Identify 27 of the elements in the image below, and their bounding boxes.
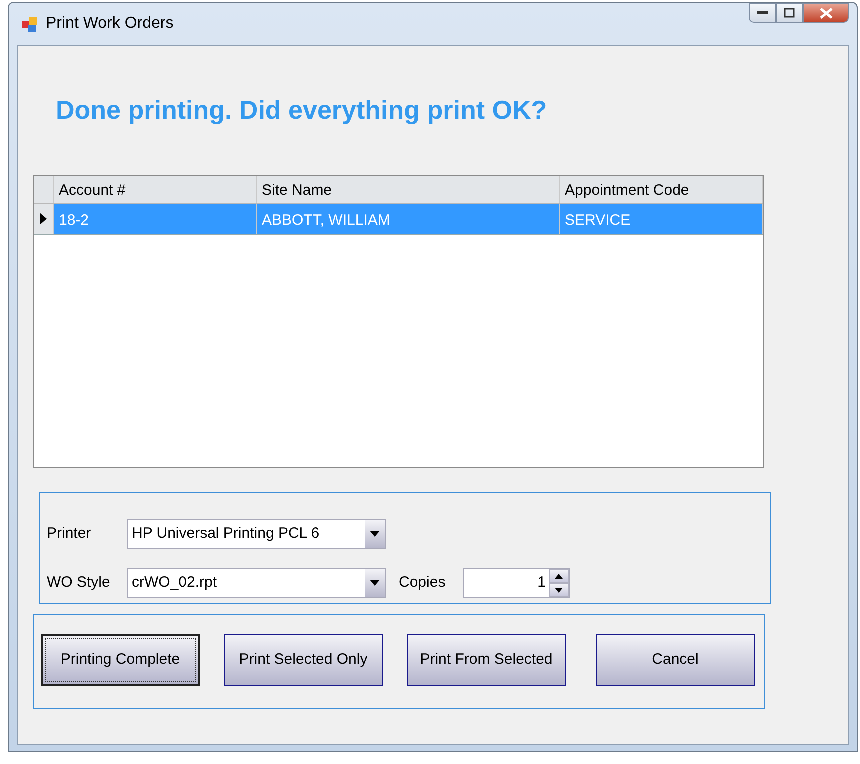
- dialog-button[interactable]: Print From Selected: [407, 634, 566, 686]
- up-arrow-icon: [555, 574, 563, 578]
- down-arrow-icon: [555, 588, 563, 592]
- column-header[interactable]: Account #: [54, 176, 257, 203]
- dialog-button[interactable]: Printing Complete: [41, 634, 200, 686]
- column-header[interactable]: Appointment Code: [560, 176, 763, 203]
- copies-spinner[interactable]: 1: [463, 568, 570, 598]
- dropdown-arrow-icon: [370, 580, 380, 586]
- printer-dropdown[interactable]: HP Universal Printing PCL 6: [127, 519, 386, 549]
- dialog-button[interactable]: Print Selected Only: [224, 634, 383, 686]
- minimize-button[interactable]: [749, 3, 776, 23]
- close-button[interactable]: [803, 3, 849, 23]
- field-label: Printer: [47, 524, 92, 544]
- field-label: Copies: [399, 572, 447, 593]
- close-icon: [820, 8, 832, 18]
- restore-icon: [784, 8, 795, 18]
- app-icon: [21, 16, 38, 32]
- dialog-button[interactable]: Cancel: [596, 634, 755, 686]
- window-title: Print Work Orders: [46, 14, 174, 34]
- style-dropdown[interactable]: crWO_02.rpt: [127, 568, 386, 598]
- column-header[interactable]: Site Name: [257, 176, 560, 203]
- minimize-icon: [757, 11, 768, 15]
- heading: Done printing. Did everything print OK?: [56, 94, 548, 125]
- maximize-button[interactable]: [776, 3, 803, 23]
- field-label: WO Style: [47, 572, 112, 593]
- dropdown-arrow-icon: [370, 531, 380, 537]
- row-pointer-icon: [40, 213, 47, 225]
